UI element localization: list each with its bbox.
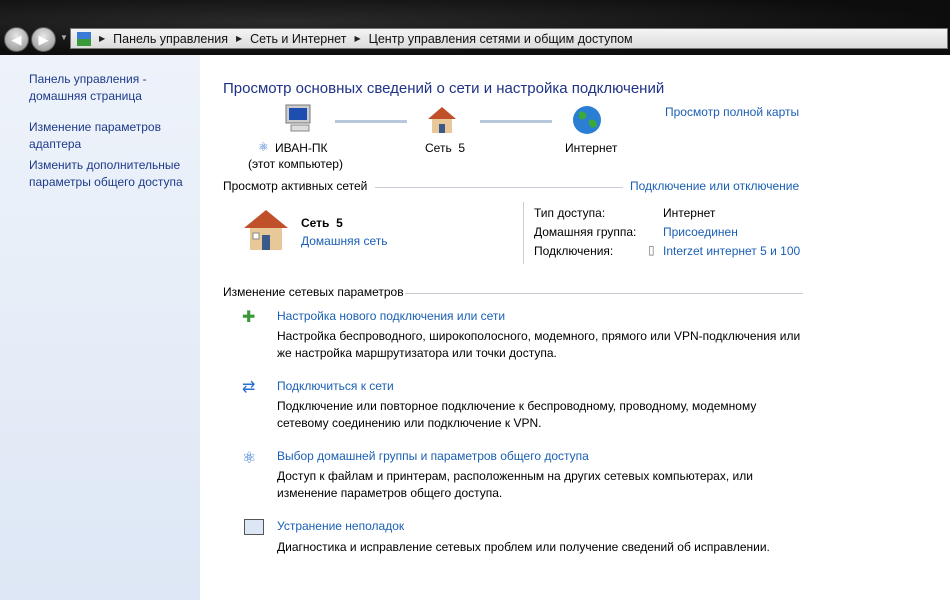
task-link[interactable]: Подключиться к сети bbox=[277, 379, 394, 393]
divider bbox=[405, 293, 803, 294]
divider bbox=[523, 202, 524, 264]
breadcrumb-control-panel[interactable]: Панель управления bbox=[113, 32, 228, 46]
new-connection-icon: ✚ bbox=[242, 309, 256, 326]
computer-icon bbox=[285, 104, 311, 132]
control-panel-icon bbox=[77, 31, 91, 46]
forward-button[interactable]: ▶ bbox=[31, 27, 56, 52]
ethernet-icon: ▯ bbox=[648, 243, 655, 257]
home-network-icon bbox=[244, 210, 288, 250]
connections-label: Подключения: bbox=[534, 244, 614, 258]
connection-link[interactable]: Interzet интернет 5 и 100 bbox=[663, 244, 800, 258]
divider bbox=[375, 187, 623, 188]
homegroup-link[interactable]: Присоединен bbox=[663, 225, 738, 239]
computer-sublabel: (этот компьютер) bbox=[248, 157, 343, 171]
network-type-link[interactable]: Домашняя сеть bbox=[301, 234, 387, 248]
task-description: Диагностика и исправление сетевых пробле… bbox=[277, 540, 770, 554]
task-description: Подключение или повторное подключение к … bbox=[277, 399, 757, 430]
connection-line bbox=[335, 120, 407, 123]
task-link[interactable]: Устранение неполадок bbox=[277, 519, 404, 533]
main-content: Просмотр основных сведений о сети и наст… bbox=[200, 55, 950, 600]
connect-network-icon: ⇄ bbox=[242, 379, 256, 396]
sidebar-item-sharing-settings[interactable]: Изменить дополнительные параметры общего… bbox=[29, 157, 194, 191]
access-type-label: Тип доступа: bbox=[534, 206, 606, 220]
address-bar[interactable]: ▶ Панель управления ▶ Сеть и Интернет ▶ … bbox=[70, 28, 948, 49]
window-titlebar: ◀ ▶ ▼ ▶ Панель управления ▶ Сеть и Интер… bbox=[0, 0, 950, 55]
chevron-right-icon[interactable]: ▶ bbox=[236, 34, 242, 43]
network-icon: ⚛ bbox=[258, 140, 269, 154]
active-networks-header: Просмотр активных сетей bbox=[223, 179, 368, 193]
sidebar: Панель управления - домашняя страница Из… bbox=[0, 55, 200, 600]
sidebar-item-home[interactable]: Панель управления - домашняя страница bbox=[29, 71, 159, 105]
computer-name: ИВАН-ПК bbox=[275, 141, 328, 155]
sidebar-item-adapter-settings[interactable]: Изменение параметров адаптера bbox=[29, 119, 169, 153]
task-description: Доступ к файлам и принтерам, расположенн… bbox=[277, 469, 753, 500]
connection-line bbox=[480, 120, 552, 123]
network-label: Сеть 5 bbox=[425, 141, 466, 155]
home-network-icon[interactable] bbox=[426, 105, 458, 135]
task-description: Настройка беспроводного, широкополосного… bbox=[277, 329, 801, 360]
recent-pages-dropdown[interactable]: ▼ bbox=[60, 33, 68, 42]
homegroup-label: Домашняя группа: bbox=[534, 225, 637, 239]
connect-disconnect-link[interactable]: Подключение или отключение bbox=[630, 179, 799, 193]
troubleshoot-icon bbox=[244, 519, 264, 535]
back-button[interactable]: ◀ bbox=[4, 27, 29, 52]
internet-label: Интернет bbox=[565, 141, 618, 155]
homegroup-icon: ⚛ bbox=[242, 450, 257, 467]
breadcrumb-network-center[interactable]: Центр управления сетями и общим доступом bbox=[369, 32, 633, 46]
full-map-link[interactable]: Просмотр полной карты bbox=[665, 105, 799, 119]
access-type-value: Интернет bbox=[663, 206, 716, 220]
chevron-right-icon[interactable]: ▶ bbox=[354, 34, 360, 43]
change-settings-header: Изменение сетевых параметров bbox=[223, 285, 404, 299]
task-link[interactable]: Настройка нового подключения или сети bbox=[277, 309, 505, 323]
page-title: Просмотр основных сведений о сети и наст… bbox=[223, 80, 665, 97]
task-link[interactable]: Выбор домашней группы и параметров общег… bbox=[277, 449, 589, 463]
chevron-right-icon[interactable]: ▶ bbox=[99, 34, 105, 43]
internet-globe-icon[interactable] bbox=[571, 104, 603, 136]
breadcrumb-network-internet[interactable]: Сеть и Интернет bbox=[250, 32, 346, 46]
network-name: Сеть 5 bbox=[301, 216, 343, 230]
